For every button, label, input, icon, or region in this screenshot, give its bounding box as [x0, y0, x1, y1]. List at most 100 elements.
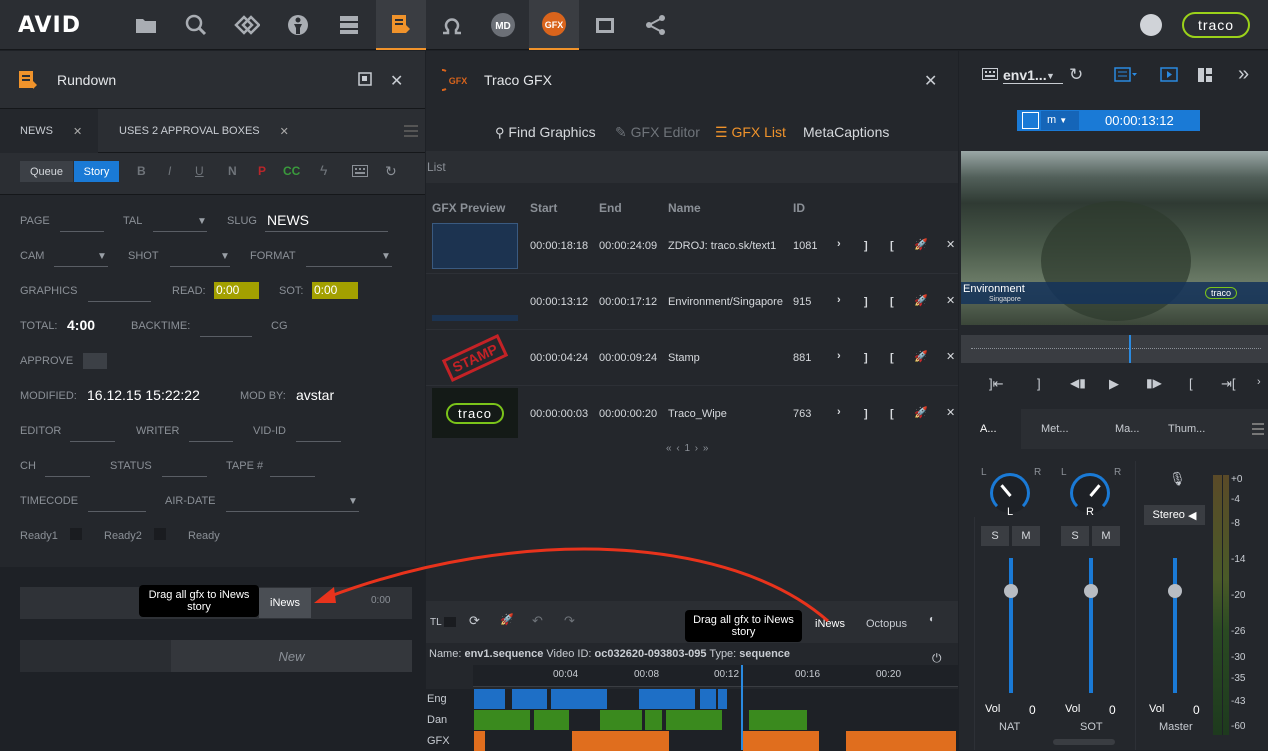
mark-in-icon[interactable]: [ — [890, 352, 894, 364]
scrub-playhead[interactable] — [1129, 335, 1131, 363]
split-view-icon[interactable] — [1197, 67, 1213, 86]
inews-drop-target[interactable]: iNews — [259, 588, 311, 618]
tab-approval[interactable]: USES 2 APPROVAL BOXES ✕ — [119, 109, 289, 153]
inews-tab[interactable]: iNews — [815, 618, 845, 630]
play-icon[interactable]: ▶ — [1109, 376, 1119, 392]
n-button[interactable]: N — [228, 164, 237, 178]
mute-button[interactable]: M — [1092, 526, 1120, 546]
gfx-clip[interactable] — [572, 731, 669, 751]
refresh-icon[interactable]: ↻ — [385, 163, 397, 180]
mark-out-icon[interactable]: ] — [864, 240, 868, 252]
eng-clip[interactable] — [551, 689, 607, 709]
delete-icon[interactable]: ✕ — [946, 406, 955, 419]
person-icon[interactable] — [273, 0, 323, 50]
p-button[interactable]: P — [258, 164, 266, 178]
timecode-field[interactable] — [88, 498, 146, 512]
mark-out-icon[interactable]: ] — [1037, 376, 1041, 391]
bold-button[interactable]: B — [137, 164, 146, 178]
delete-icon[interactable]: ✕ — [946, 294, 955, 307]
octopus-tab[interactable]: Octopus — [866, 618, 907, 630]
italic-button[interactable]: I — [168, 164, 171, 178]
airdate-select[interactable] — [226, 498, 359, 512]
page-field[interactable] — [60, 218, 104, 232]
search-icon[interactable] — [171, 0, 221, 50]
eng-clip[interactable] — [639, 689, 695, 709]
playhead[interactable] — [741, 665, 743, 750]
vidid-field[interactable] — [296, 428, 341, 442]
dan-clip[interactable] — [666, 710, 722, 730]
volume-fader[interactable] — [1168, 584, 1182, 598]
mark-in-icon[interactable]: [ — [890, 296, 894, 308]
gfx-icon[interactable]: GFX — [529, 0, 579, 50]
tab-news[interactable]: NEWS ✕ — [0, 109, 98, 153]
eng-clip[interactable] — [700, 689, 716, 709]
ready2-checkbox[interactable] — [154, 528, 166, 540]
story-button[interactable]: Story — [74, 161, 119, 182]
pin-icon[interactable] — [358, 72, 372, 89]
new-story-button[interactable]: New — [171, 640, 412, 672]
chevron-right-icon[interactable]: › — [837, 238, 841, 250]
expand-icon[interactable]: » — [1238, 63, 1249, 86]
menu-icon[interactable] — [1252, 423, 1264, 435]
format-select[interactable] — [306, 253, 392, 267]
gfx-list-tab[interactable]: ☰ GFX List — [715, 124, 786, 141]
mark-in-icon[interactable]: [ — [890, 408, 894, 420]
chevron-right-icon[interactable]: › — [837, 294, 841, 306]
tab-markers[interactable]: Ma... — [1115, 423, 1139, 435]
mark-out-icon[interactable]: ] — [864, 408, 868, 420]
close-icon[interactable]: ✕ — [73, 125, 82, 138]
dan-clip[interactable] — [749, 710, 807, 730]
solo-button[interactable]: S — [1061, 526, 1089, 546]
keyboard-icon[interactable] — [982, 68, 998, 83]
md-icon[interactable]: MD — [478, 0, 528, 50]
mark-in-icon[interactable]: [ — [890, 240, 894, 252]
rundown-icon[interactable] — [376, 0, 426, 50]
layout-icon[interactable] — [1114, 67, 1138, 86]
keyboard-icon[interactable] — [352, 165, 368, 180]
table-row[interactable]: 00:00:18:18 00:00:24:09 ZDROJ: traco.sk/… — [426, 218, 958, 274]
find-graphics-tab[interactable]: ⚲ Find Graphics — [495, 124, 596, 141]
status-field[interactable] — [162, 463, 207, 477]
rocket-icon[interactable]: 🚀 — [914, 406, 928, 419]
gfx-editor-tab[interactable]: ✎ GFX Editor — [615, 124, 700, 141]
dan-clip[interactable] — [600, 710, 642, 730]
gfx-clip[interactable] — [474, 731, 485, 751]
share-icon[interactable] — [631, 0, 681, 50]
metacaptions-tab[interactable]: MetaCaptions — [803, 124, 889, 140]
refresh-icon[interactable]: ↻ — [1069, 65, 1083, 85]
chevron-right-icon[interactable]: › — [1257, 376, 1261, 388]
approve-checkbox[interactable] — [83, 353, 107, 369]
mark-out-icon[interactable]: ] — [864, 352, 868, 364]
dan-clip[interactable] — [534, 710, 569, 730]
rocket-icon[interactable]: 🚀 — [914, 350, 928, 363]
mute-button[interactable]: M — [1012, 526, 1040, 546]
power-icon[interactable]: ⏻ — [932, 651, 942, 666]
tape-field[interactable] — [270, 463, 315, 477]
ch-field[interactable] — [45, 463, 90, 477]
mark-out-icon[interactable]: ] — [864, 296, 868, 308]
tl-toggle[interactable] — [444, 617, 456, 627]
queue-button[interactable]: Queue — [20, 161, 73, 182]
omega-icon[interactable] — [427, 0, 477, 50]
mode-select[interactable]: m ▼ — [1041, 111, 1079, 130]
gfx-clip[interactable] — [743, 731, 819, 751]
backtime-field[interactable] — [200, 323, 252, 337]
table-row[interactable]: STAMP 00:00:04:24 00:00:09:24 Stamp 881 … — [426, 330, 958, 386]
close-icon[interactable]: ✕ — [280, 125, 289, 138]
folder-icon[interactable] — [121, 0, 171, 50]
step-back-icon[interactable]: ◀▮ — [1070, 376, 1086, 390]
monitor-icon[interactable] — [1160, 67, 1178, 86]
stereo-select[interactable]: Stereo ◀ — [1144, 505, 1205, 525]
user-avatar-icon[interactable] — [1140, 14, 1162, 36]
rocket-icon[interactable]: 🚀 — [500, 613, 514, 626]
menu-icon[interactable] — [404, 125, 418, 137]
close-icon[interactable]: ✕ — [924, 71, 937, 91]
eng-clip[interactable] — [512, 689, 547, 709]
tab-metadata[interactable]: Met... — [1041, 423, 1069, 435]
chevron-right-icon[interactable]: › — [837, 350, 841, 362]
volume-fader[interactable] — [1084, 584, 1098, 598]
go-to-mark-out-icon[interactable]: ⇥[ — [1221, 376, 1236, 392]
rocket-icon[interactable]: 🚀 — [914, 238, 928, 251]
sot-field[interactable]: 0:00 — [312, 282, 358, 299]
fullscreen-icon[interactable] — [1022, 112, 1039, 129]
